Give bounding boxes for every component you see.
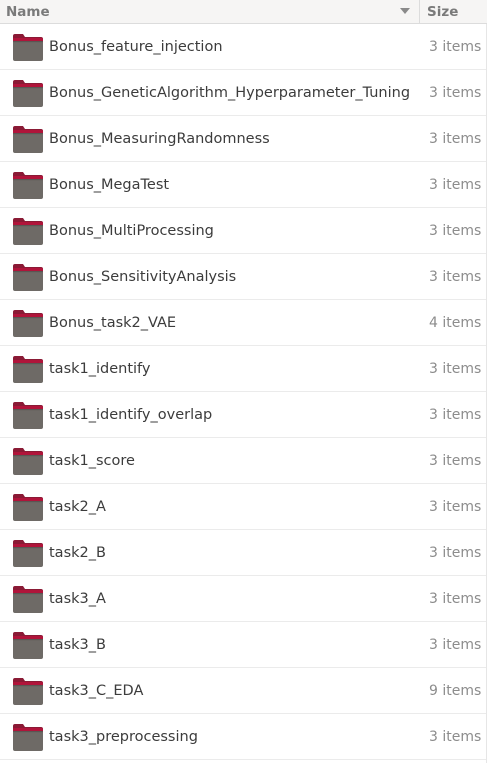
folder-name: Bonus_GeneticAlgorithm_Hyperparameter_Tu… xyxy=(49,85,411,101)
folder-icon xyxy=(12,124,44,154)
folder-row[interactable]: Bonus_SensitivityAnalysis 3 items xyxy=(0,254,487,300)
folder-size: 3 items xyxy=(429,591,482,607)
folder-icon xyxy=(12,584,44,614)
folder-icon xyxy=(12,262,44,292)
folder-icon xyxy=(12,538,44,568)
name-column-header[interactable]: Name xyxy=(0,0,419,24)
folder-name: task3_B xyxy=(49,637,106,653)
folder-icon xyxy=(12,492,44,522)
folder-name: task3_A xyxy=(49,591,106,607)
sort-descending-icon[interactable] xyxy=(400,8,410,14)
size-column-label: Size xyxy=(427,4,459,20)
folder-row[interactable]: task1_identify_overlap 3 items xyxy=(0,392,487,438)
folder-row[interactable]: task1_identify 3 items xyxy=(0,346,487,392)
folder-row[interactable]: Bonus_feature_injection 3 items xyxy=(0,24,487,70)
folder-size: 3 items xyxy=(429,177,482,193)
folder-row[interactable]: task3_B 3 items xyxy=(0,622,487,668)
folder-icon xyxy=(12,400,44,430)
folder-name: Bonus_MeasuringRandomness xyxy=(49,131,270,147)
folder-row[interactable]: Bonus_MultiProcessing 3 items xyxy=(0,208,487,254)
folder-icon xyxy=(12,78,44,108)
folder-icon xyxy=(12,216,44,246)
folder-size: 3 items xyxy=(429,407,482,423)
folder-name: task3_C_EDA xyxy=(49,683,144,699)
folder-icon xyxy=(12,354,44,384)
folder-icon xyxy=(12,722,44,752)
folder-size: 3 items xyxy=(429,269,482,285)
folder-size: 3 items xyxy=(429,545,482,561)
folder-row[interactable]: task1_score 3 items xyxy=(0,438,487,484)
folder-row[interactable]: task2_B 3 items xyxy=(0,530,487,576)
folder-name: task2_B xyxy=(49,545,106,561)
folder-size: 3 items xyxy=(429,637,482,653)
file-rows: Bonus_feature_injection 3 items Bonus_Ge… xyxy=(0,24,487,760)
folder-size: 9 items xyxy=(429,683,482,699)
folder-size: 3 items xyxy=(429,39,482,55)
folder-name: Bonus_MegaTest xyxy=(49,177,170,193)
folder-row[interactable]: task2_A 3 items xyxy=(0,484,487,530)
folder-icon xyxy=(12,446,44,476)
folder-size: 3 items xyxy=(429,729,482,745)
folder-size: 3 items xyxy=(429,361,482,377)
folder-row[interactable]: Bonus_GeneticAlgorithm_Hyperparameter_Tu… xyxy=(0,70,487,116)
folder-size: 3 items xyxy=(429,453,482,469)
folder-name: Bonus_task2_VAE xyxy=(49,315,177,331)
folder-row[interactable]: Bonus_MeasuringRandomness 3 items xyxy=(0,116,487,162)
folder-name: Bonus_SensitivityAnalysis xyxy=(49,269,237,285)
folder-name: task3_preprocessing xyxy=(49,729,198,745)
folder-row[interactable]: task3_preprocessing 3 items xyxy=(0,714,487,760)
folder-row[interactable]: task3_A 3 items xyxy=(0,576,487,622)
folder-icon xyxy=(12,170,44,200)
folder-size: 3 items xyxy=(429,85,482,101)
folder-name: task2_A xyxy=(49,499,106,515)
folder-row[interactable]: Bonus_MegaTest 3 items xyxy=(0,162,487,208)
folder-name: task1_identify xyxy=(49,361,151,377)
file-list-view: Name Size Bonus_feature_injection 3 item… xyxy=(0,0,487,763)
folder-size: 3 items xyxy=(429,131,482,147)
folder-name: Bonus_feature_injection xyxy=(49,39,223,55)
size-column-header[interactable]: Size xyxy=(420,0,487,24)
folder-icon xyxy=(12,308,44,338)
folder-size: 3 items xyxy=(429,499,482,515)
column-header-bar: Name Size xyxy=(0,0,487,24)
folder-name: task1_score xyxy=(49,453,135,469)
name-column-label: Name xyxy=(6,4,50,20)
folder-size: 3 items xyxy=(429,223,482,239)
folder-row[interactable]: task3_C_EDA 9 items xyxy=(0,668,487,714)
folder-name: task1_identify_overlap xyxy=(49,407,213,423)
folder-row[interactable]: Bonus_task2_VAE 4 items xyxy=(0,300,487,346)
folder-icon xyxy=(12,630,44,660)
folder-icon xyxy=(12,676,44,706)
folder-icon xyxy=(12,32,44,62)
folder-size: 4 items xyxy=(429,315,482,331)
folder-name: Bonus_MultiProcessing xyxy=(49,223,214,239)
